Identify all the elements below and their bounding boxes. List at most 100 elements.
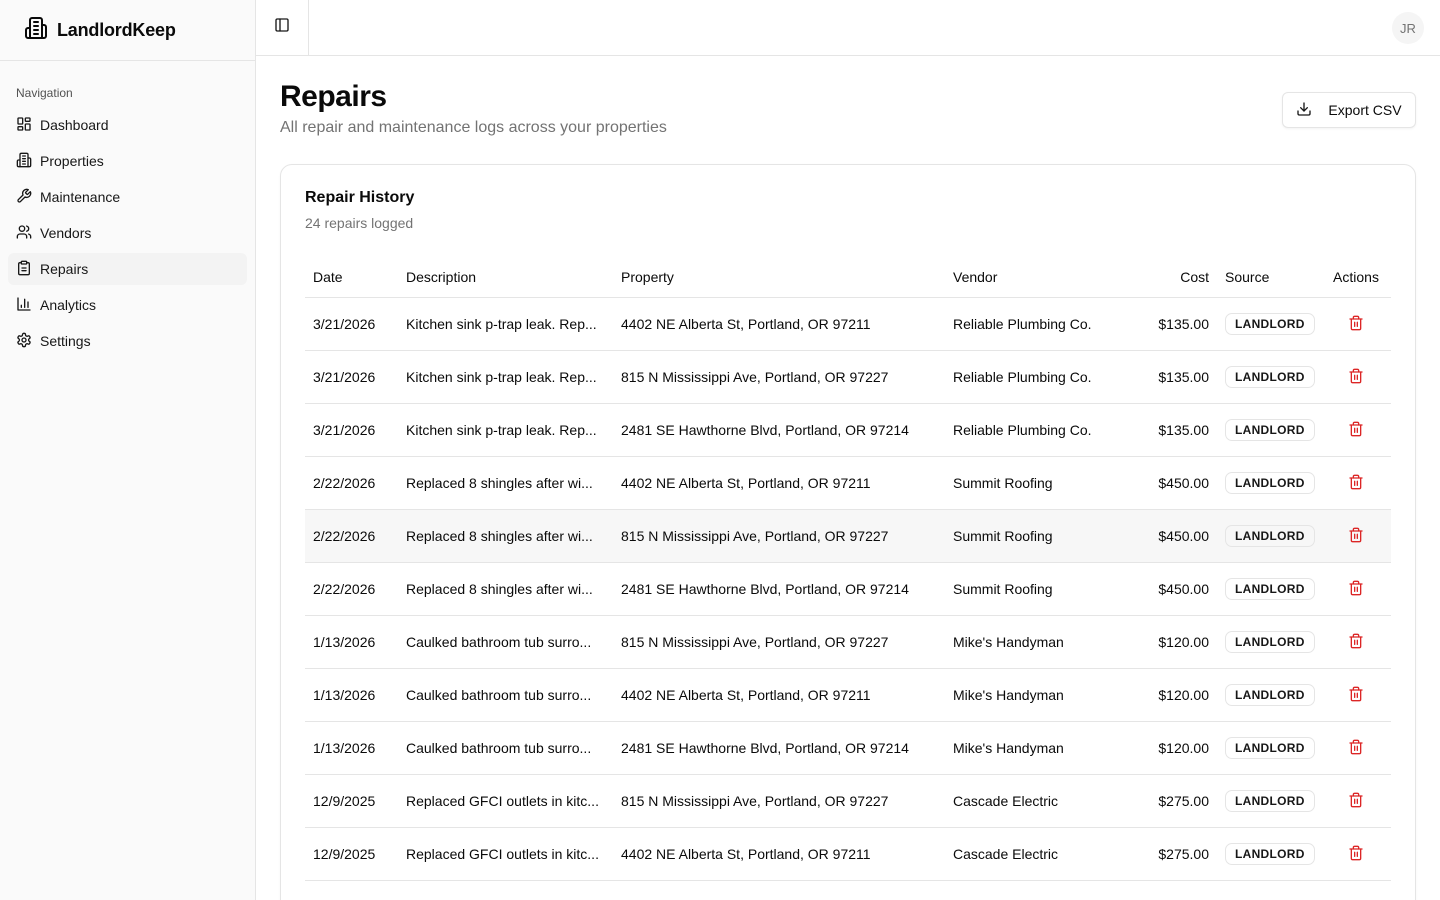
repair-history-card: Repair History 24 repairs logged Date De… (280, 164, 1416, 900)
table-row[interactable]: 3/21/2026 Kitchen sink p-trap leak. Rep..… (305, 351, 1391, 404)
cell-source: LANDLORD (1217, 843, 1321, 865)
source-badge: LANDLORD (1225, 631, 1315, 653)
gear-icon (16, 332, 40, 351)
cell-vendor: Reliable Plumbing Co. (953, 369, 1092, 385)
sidebar-item-vendors[interactable]: Vendors (8, 217, 247, 249)
cell-date: 1/13/2026 (313, 634, 376, 650)
header-source[interactable]: Source (1217, 269, 1321, 285)
delete-button[interactable] (1340, 679, 1372, 711)
cell-actions (1321, 785, 1391, 817)
sidebar-item-maintenance[interactable]: Maintenance (8, 181, 247, 213)
cell-actions (1321, 626, 1391, 658)
cell-property: 815 N Mississippi Ave, Portland, OR 9722… (621, 528, 889, 544)
header-property[interactable]: Property (613, 269, 945, 285)
trash-icon (1348, 633, 1364, 652)
delete-button[interactable] (1340, 520, 1372, 552)
delete-button[interactable] (1340, 626, 1372, 658)
delete-button[interactable] (1340, 414, 1372, 446)
sidebar-item-analytics[interactable]: Analytics (8, 289, 247, 321)
delete-button[interactable] (1340, 361, 1372, 393)
sidebar-item-label: Repairs (40, 261, 89, 277)
cell-actions (1321, 732, 1391, 764)
cell-date: 2/22/2026 (313, 528, 376, 544)
sidebar-item-settings[interactable]: Settings (8, 325, 247, 357)
brand[interactable]: LandlordKeep (0, 0, 255, 61)
cell-source: LANDLORD (1217, 684, 1321, 706)
delete-button[interactable] (1340, 308, 1372, 340)
cell-vendor: Summit Roofing (953, 581, 1053, 597)
cell-cost: $120.00 (1158, 634, 1209, 650)
table-row[interactable]: 1/13/2026 Caulked bathroom tub surro... 81… (305, 616, 1391, 669)
cell-cost: $135.00 (1158, 369, 1209, 385)
sidebar-item-label: Vendors (40, 225, 92, 241)
header-date[interactable]: Date (305, 269, 398, 285)
delete-button[interactable] (1340, 573, 1372, 605)
cell-description: Replaced GFCI outlets in kitc... (406, 793, 599, 809)
source-badge: LANDLORD (1225, 472, 1315, 494)
cell-date: 2/22/2026 (313, 475, 376, 491)
sidebar-toggle-button[interactable] (256, 0, 309, 55)
sidebar-item-label: Properties (40, 153, 104, 169)
cell-vendor: Mike's Handyman (953, 740, 1064, 756)
cell-description: Kitchen sink p-trap leak. Rep... (406, 369, 597, 385)
table-row[interactable]: 1/13/2026 Caulked bathroom tub surro... 44… (305, 669, 1391, 722)
cell-vendor: Mike's Handyman (953, 687, 1064, 703)
delete-button[interactable] (1340, 838, 1372, 870)
source-badge: LANDLORD (1225, 684, 1315, 706)
avatar[interactable]: JR (1392, 12, 1424, 44)
nav-group-label: Navigation (16, 86, 73, 100)
download-icon (1296, 101, 1328, 120)
cell-description: Replaced 8 shingles after wi... (406, 475, 593, 491)
sidebar-item-repairs[interactable]: Repairs (8, 253, 247, 285)
cell-property: 2481 SE Hawthorne Blvd, Portland, OR 972… (621, 422, 909, 438)
wrench-icon (16, 188, 40, 207)
cell-vendor: Summit Roofing (953, 528, 1053, 544)
table-row[interactable]: 12/9/2025 Replaced GFCI outlets in kitc..… (305, 828, 1391, 881)
trash-icon (1348, 686, 1364, 705)
sidebar-item-dashboard[interactable]: Dashboard (8, 109, 247, 141)
cell-actions (1321, 573, 1391, 605)
header-description[interactable]: Description (398, 269, 613, 285)
page-title: Repairs (280, 80, 387, 113)
cell-cost: $120.00 (1158, 687, 1209, 703)
cell-property: 815 N Mississippi Ave, Portland, OR 9722… (621, 634, 889, 650)
sidebar-item-properties[interactable]: Properties (8, 145, 247, 177)
cell-source: LANDLORD (1217, 525, 1321, 547)
cell-cost: $450.00 (1158, 475, 1209, 491)
cell-description: Kitchen sink p-trap leak. Rep... (406, 316, 597, 332)
cell-property: 2481 SE Hawthorne Blvd, Portland, OR 972… (621, 581, 909, 597)
source-badge: LANDLORD (1225, 525, 1315, 547)
nav-group: Navigation Dashboard Properties Maintena… (0, 61, 255, 369)
cell-property: 4402 NE Alberta St, Portland, OR 97211 (621, 846, 871, 862)
table-row[interactable]: 1/13/2026 Caulked bathroom tub surro... 24… (305, 722, 1391, 775)
table-row[interactable]: 2/22/2026 Replaced 8 shingles after wi...… (305, 510, 1391, 563)
trash-icon (1348, 421, 1364, 440)
sidebar-item-label: Settings (40, 333, 91, 349)
cell-property: 4402 NE Alberta St, Portland, OR 97211 (621, 687, 871, 703)
table-row[interactable]: 2/22/2026 Replaced 8 shingles after wi...… (305, 563, 1391, 616)
dashboard-icon (16, 116, 40, 135)
table-row[interactable]: 2/22/2026 Replaced 8 shingles after wi...… (305, 457, 1391, 510)
header-actions: Actions (1333, 269, 1379, 285)
sidebar: LandlordKeep Navigation Dashboard Proper… (0, 0, 256, 900)
source-badge: LANDLORD (1225, 313, 1315, 335)
source-badge: LANDLORD (1225, 578, 1315, 600)
cell-source: LANDLORD (1217, 313, 1321, 335)
cell-vendor: Reliable Plumbing Co. (953, 422, 1092, 438)
trash-icon (1348, 792, 1364, 811)
delete-button[interactable] (1340, 785, 1372, 817)
export-csv-button[interactable]: Export CSV (1282, 92, 1416, 128)
cell-description: Kitchen sink p-trap leak. Rep... (406, 422, 597, 438)
delete-button[interactable] (1340, 732, 1372, 764)
table-row[interactable]: 12/9/2025 Replaced GFCI outlets in kitc..… (305, 775, 1391, 828)
cell-property: 4402 NE Alberta St, Portland, OR 97211 (621, 475, 871, 491)
header-cost[interactable]: Cost (1119, 269, 1217, 285)
table-row[interactable]: 3/21/2026 Kitchen sink p-trap leak. Rep..… (305, 404, 1391, 457)
header-vendor[interactable]: Vendor (945, 269, 1119, 285)
cell-source: LANDLORD (1217, 472, 1321, 494)
cell-source: LANDLORD (1217, 366, 1321, 388)
table-row[interactable]: 3/21/2026 Kitchen sink p-trap leak. Rep..… (305, 298, 1391, 351)
cell-cost: $275.00 (1158, 793, 1209, 809)
cell-actions (1321, 467, 1391, 499)
delete-button[interactable] (1340, 467, 1372, 499)
